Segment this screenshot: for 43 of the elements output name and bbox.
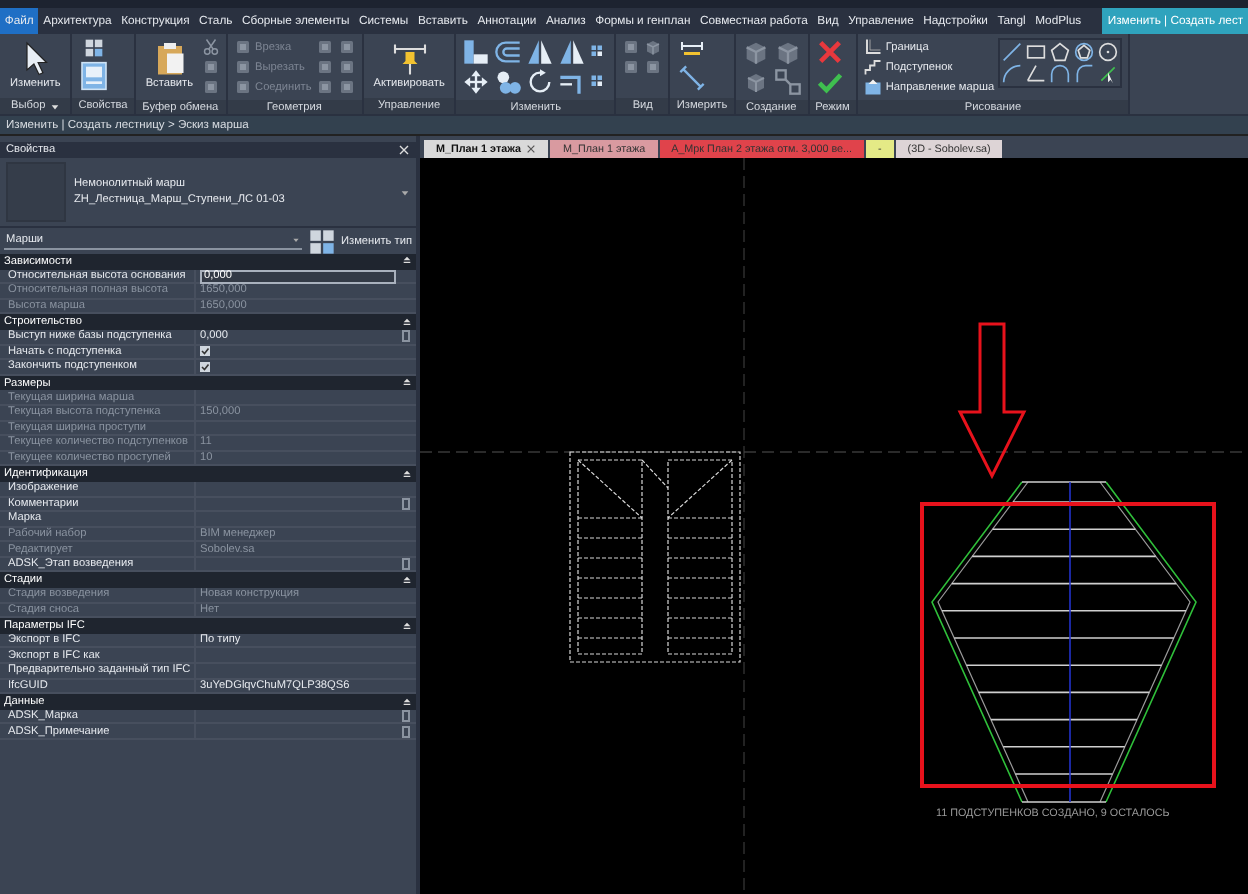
close-icon[interactable]: [526, 144, 537, 154]
pick-lines-icon[interactable]: [1098, 64, 1119, 84]
circumscribed-polygon-icon[interactable]: [1074, 42, 1095, 62]
caret-icon[interactable]: [400, 187, 410, 197]
scissors-icon[interactable]: [201, 38, 220, 56]
properties-icon[interactable]: [78, 60, 111, 92]
associate-parameter-button[interactable]: [402, 558, 410, 571]
collapse-icon[interactable]: [402, 621, 412, 632]
down-arrow-icon: [957, 322, 1027, 480]
collapse-icon[interactable]: [402, 317, 412, 328]
pin-icon[interactable]: [391, 40, 428, 76]
center-arc-icon[interactable]: [1026, 64, 1047, 84]
run-direction-icon[interactable]: [863, 78, 882, 96]
caret-icon[interactable]: [49, 101, 60, 111]
mirror-icon[interactable]: [526, 38, 555, 66]
rectangle-icon[interactable]: [1026, 42, 1047, 62]
parts-icon[interactable]: [773, 68, 802, 96]
offset-icon[interactable]: [494, 38, 523, 66]
checkmark-icon[interactable]: [815, 68, 844, 96]
type-properties-icon[interactable]: [308, 227, 337, 255]
collapse-icon[interactable]: [402, 378, 412, 389]
fillet-arc-icon[interactable]: [1074, 64, 1095, 84]
associate-parameter-button[interactable]: [402, 497, 410, 510]
arc-icon[interactable]: [1002, 64, 1023, 84]
collapse-icon[interactable]: [402, 575, 412, 586]
move-icon[interactable]: [462, 68, 491, 96]
collapse-icon[interactable]: [402, 697, 412, 708]
boundary-icon[interactable]: [863, 38, 882, 56]
polygon-icon[interactable]: [1050, 42, 1071, 62]
align-icon[interactable]: [462, 38, 491, 66]
line-icon[interactable]: [1002, 42, 1023, 62]
aligned-dimension-icon[interactable]: [676, 64, 709, 92]
type-properties-icon[interactable]: [84, 38, 105, 58]
checkbox[interactable]: [200, 361, 210, 372]
mirror-icon[interactable]: [558, 38, 587, 66]
tangent-arc-icon[interactable]: [1050, 64, 1071, 84]
collapse-icon[interactable]: [402, 256, 412, 267]
view-cube-icon[interactable]: [644, 38, 663, 56]
circle-icon[interactable]: [1098, 42, 1119, 62]
collapse-icon[interactable]: [402, 469, 412, 480]
riser-icon[interactable]: [863, 58, 882, 76]
rotate-icon[interactable]: [526, 68, 555, 96]
checkbox[interactable]: [200, 346, 210, 357]
